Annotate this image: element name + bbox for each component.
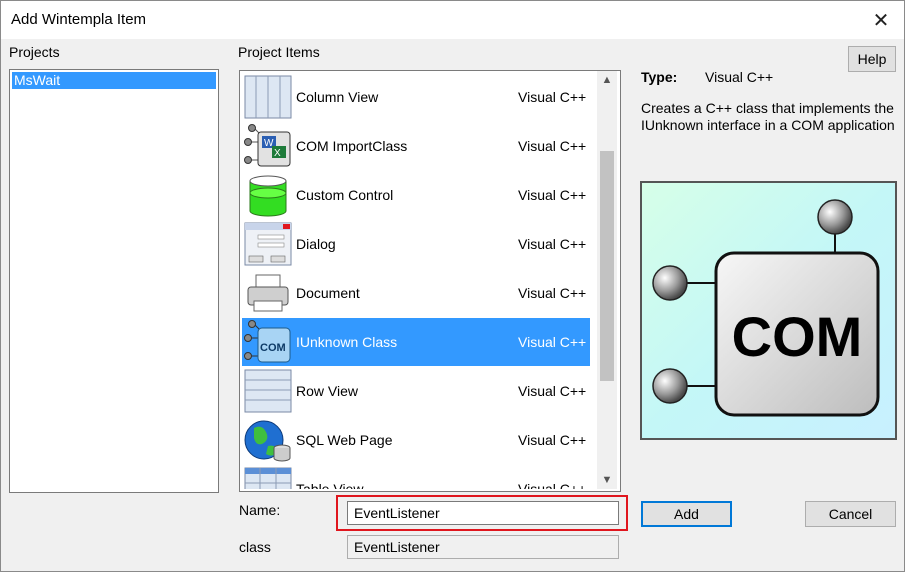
- table-view-icon: [244, 467, 292, 489]
- row-view-icon: [244, 369, 292, 413]
- add-item-dialog: Add Wintempla Item ✕ Projects MsWait Pro…: [0, 0, 905, 572]
- item-type: Visual C++: [518, 285, 587, 301]
- column-view-icon: [244, 75, 292, 119]
- projects-list[interactable]: MsWait: [9, 69, 219, 493]
- cancel-button[interactable]: Cancel: [805, 501, 896, 527]
- dialog-icon: [244, 222, 292, 266]
- item-name: Dialog: [296, 236, 336, 252]
- item-description: Creates a C++ class that implements the …: [641, 100, 895, 133]
- com-preview-icon: COM: [652, 199, 880, 417]
- preview-com-text: COM: [732, 305, 863, 368]
- list-item-table-view[interactable]: Table View Visual C++: [242, 465, 590, 489]
- type-label: Type:: [641, 69, 678, 85]
- project-item-selected[interactable]: MsWait: [12, 72, 216, 89]
- item-name: Custom Control: [296, 187, 394, 203]
- item-name: Column View: [296, 89, 379, 105]
- close-icon[interactable]: ✕: [858, 1, 904, 39]
- class-field[interactable]: [347, 535, 619, 559]
- item-name: IUnknown Class: [296, 334, 398, 350]
- item-preview: COM: [640, 181, 897, 440]
- scroll-up-icon[interactable]: ▲: [597, 71, 617, 89]
- item-name: Table View: [296, 481, 364, 489]
- item-type: Visual C++: [518, 138, 587, 154]
- list-item-com-importclass[interactable]: W X COM ImportClass Visual C++: [242, 122, 590, 170]
- sql-web-icon: [244, 420, 291, 462]
- type-value: Visual C++: [705, 69, 774, 85]
- window-title: Add Wintempla Item: [11, 11, 147, 28]
- item-name: COM ImportClass: [296, 138, 408, 154]
- add-button[interactable]: Add: [641, 501, 732, 527]
- list-item-custom-control[interactable]: Custom Control Visual C++: [242, 171, 590, 219]
- svg-text:COM: COM: [260, 342, 286, 354]
- class-label: class: [239, 539, 271, 555]
- list-item-column-view[interactable]: Column View Visual C++: [242, 73, 590, 121]
- scroll-down-icon[interactable]: ▼: [597, 471, 617, 489]
- item-type: Visual C++: [518, 89, 587, 105]
- item-type: Visual C++: [518, 383, 587, 399]
- list-item-document[interactable]: Document Visual C++: [242, 269, 590, 317]
- item-type: Visual C++: [518, 481, 587, 489]
- items-scrollbar[interactable]: ▲ ▼: [597, 71, 617, 489]
- projects-label: Projects: [9, 44, 60, 60]
- item-name: Row View: [296, 383, 358, 399]
- item-type: Visual C++: [518, 432, 587, 448]
- list-item-sql-web-page[interactable]: SQL Web Page Visual C++: [242, 416, 590, 464]
- list-item-dialog[interactable]: Dialog Visual C++: [242, 220, 590, 268]
- project-items-list[interactable]: Column View Visual C++ W X COM ImportCla…: [239, 70, 621, 492]
- item-name: SQL Web Page: [296, 432, 393, 448]
- svg-text:X: X: [274, 148, 281, 159]
- project-items-label: Project Items: [238, 44, 320, 60]
- item-name: Document: [296, 285, 360, 301]
- scroll-thumb[interactable]: [600, 151, 614, 381]
- com-import-icon: W X: [244, 124, 291, 167]
- custom-control-icon: [249, 175, 287, 217]
- item-type: Visual C++: [518, 187, 587, 203]
- name-label: Name:: [239, 502, 281, 518]
- title-bar: Add Wintempla Item ✕: [1, 1, 904, 39]
- help-button[interactable]: Help: [848, 46, 896, 72]
- name-input[interactable]: [347, 501, 619, 525]
- item-type: Visual C++: [518, 236, 587, 252]
- com-icon: COM: [244, 320, 291, 363]
- list-item-iunknown-class[interactable]: COM IUnknown Class Visual C++: [242, 318, 590, 366]
- item-type: Visual C++: [518, 334, 587, 350]
- document-icon: [247, 274, 289, 312]
- list-item-row-view[interactable]: Row View Visual C++: [242, 367, 590, 415]
